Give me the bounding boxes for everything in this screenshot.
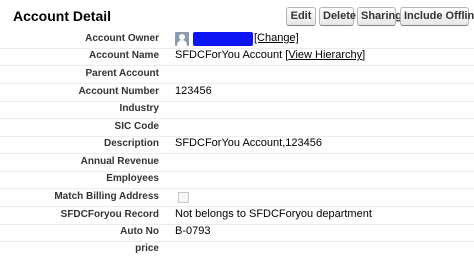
field-label: SFDCForyou Record [60, 209, 159, 220]
field-row-sic-code: SIC Code [0, 119, 474, 137]
checkbox-icon [178, 192, 189, 203]
field-label: Description [103, 138, 159, 149]
field-value: 123456 [175, 85, 212, 97]
field-label: Account Owner [85, 33, 159, 44]
field-row-account-number: Account Number 123456 [0, 84, 474, 102]
field-value: SFDCForYou Account,123456 [175, 137, 322, 149]
field-row-account-owner: Account Owner [Change] [0, 31, 474, 49]
change-owner-link[interactable]: [Change] [254, 32, 299, 44]
field-label: Employees [106, 173, 159, 184]
field-row-annual-revenue: Annual Revenue [0, 154, 474, 172]
sharing-button[interactable]: Sharing [357, 7, 402, 26]
field-label: Account Name [88, 50, 159, 61]
field-row-auto-no: Auto No B-0793 [0, 224, 474, 242]
field-row-price: price [0, 241, 474, 258]
field-value: B-0793 [175, 225, 211, 237]
field-label: Annual Revenue [80, 156, 159, 167]
detail-header: Account Detail Edit Delete Sharing Inclu… [0, 0, 474, 32]
field-row-account-name: Account Name SFDCForYou Account [View Hi… [0, 48, 474, 66]
field-label: price [135, 243, 159, 254]
field-label: Parent Account [85, 68, 159, 79]
field-row-employees: Employees [0, 171, 474, 189]
bracket-close: ] [362, 49, 366, 61]
field-row-sfdcforyou-record: SFDCForyou Record Not belongs to SFDCFor… [0, 207, 474, 225]
field-label: Match Billing Address [54, 191, 159, 202]
field-label: Account Number [78, 86, 159, 97]
field-row-parent-account: Parent Account [0, 66, 474, 84]
user-avatar-icon [175, 32, 189, 46]
field-value: Not belongs to SFDCForyou department [175, 208, 372, 220]
field-label: Industry [119, 103, 159, 114]
field-row-match-billing-address: Match Billing Address [0, 189, 474, 207]
redacted-owner-name [193, 32, 253, 46]
field-label: Auto No [120, 226, 159, 237]
field-row-industry: Industry [0, 101, 474, 119]
account-name-value: SFDCForYou Account [175, 49, 283, 61]
field-row-description: Description SFDCForYou Account,123456 [0, 136, 474, 154]
include-offline-button[interactable]: Include Offline [400, 7, 474, 26]
account-detail-panel: Account Detail Edit Delete Sharing Inclu… [0, 0, 474, 259]
delete-button[interactable]: Delete [319, 7, 356, 26]
field-value: SFDCForYou Account [View Hierarchy] [175, 49, 365, 61]
view-hierarchy-link[interactable]: View Hierarchy [288, 49, 362, 61]
field-label: SIC Code [114, 121, 159, 132]
edit-button[interactable]: Edit [286, 7, 316, 26]
page-title: Account Detail [13, 8, 112, 24]
